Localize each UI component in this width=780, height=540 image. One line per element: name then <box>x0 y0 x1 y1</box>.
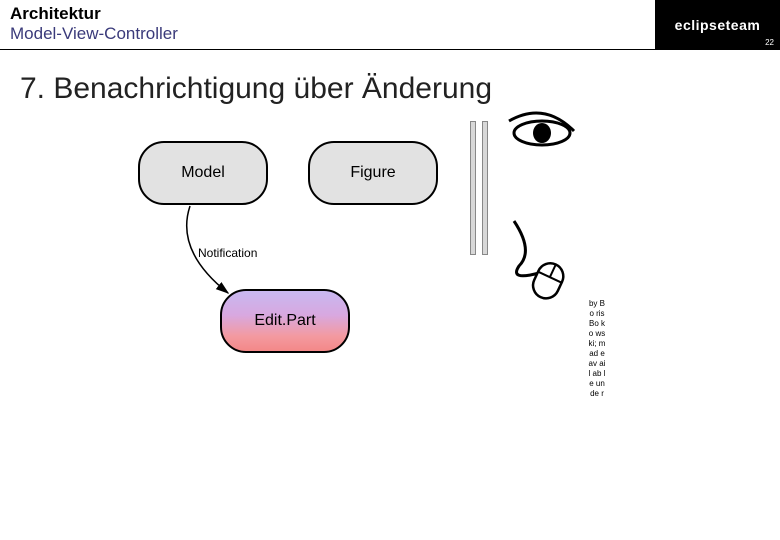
eye-icon <box>504 111 584 166</box>
header-title: Architektur <box>10 4 645 24</box>
vertical-divider-2 <box>482 121 488 255</box>
node-figure-label: Figure <box>350 164 395 182</box>
header-logo-area: eclipseteam 22 <box>655 0 780 49</box>
header-left: Architektur Model-View-Controller <box>0 0 655 49</box>
logo-text: eclipseteam <box>675 17 761 33</box>
slide-heading: 7. Benachrichtigung über Änderung <box>20 72 760 106</box>
node-editpart-label: Edit.Part <box>254 312 315 330</box>
mouse-icon <box>504 211 594 306</box>
node-model: Model <box>138 141 268 205</box>
arrow-model-to-editpart <box>170 201 250 301</box>
mvc-diagram: Model Figure Edit.Part Notification <box>20 141 760 501</box>
page-number: 22 <box>765 38 774 47</box>
header-subtitle: Model-View-Controller <box>10 24 645 44</box>
node-model-label: Model <box>181 164 225 182</box>
node-figure: Figure <box>308 141 438 205</box>
slide-body: 7. Benachrichtigung über Änderung Model … <box>0 50 780 501</box>
vertical-divider-1 <box>470 121 476 255</box>
credit-text: by Bo ris Bo ko ws ki; m ad e av ail ab … <box>588 299 606 399</box>
slide-header: Architektur Model-View-Controller eclips… <box>0 0 780 50</box>
